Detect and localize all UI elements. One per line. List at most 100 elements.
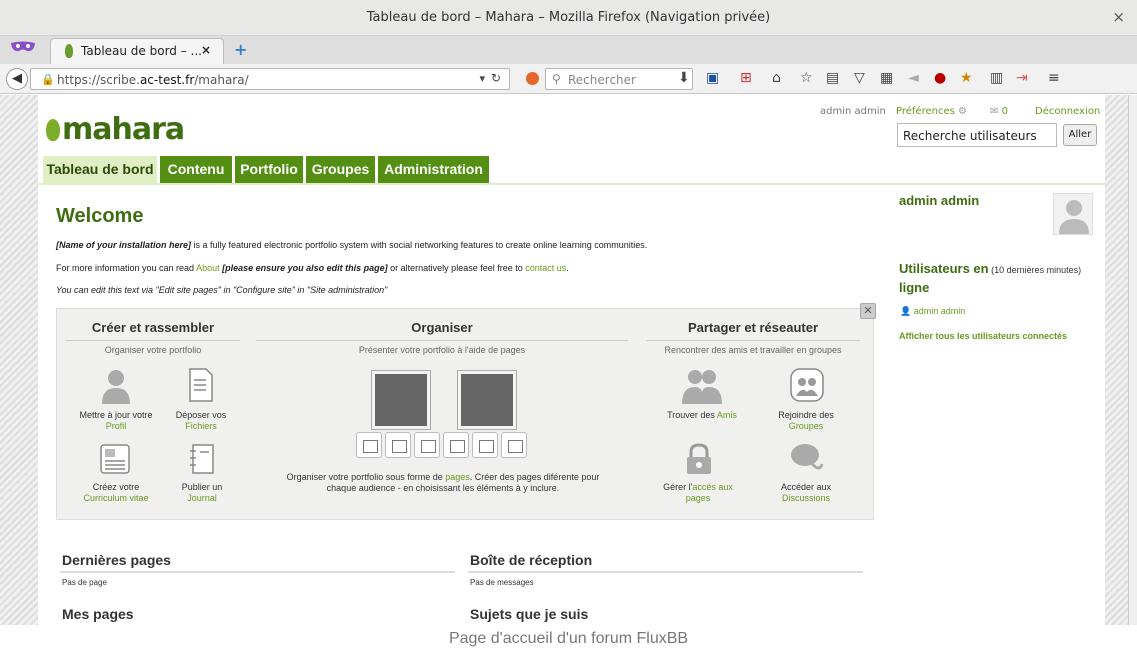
no-pages-text: Pas de page	[62, 578, 107, 587]
tab-groups[interactable]: Groupes	[306, 156, 375, 183]
col-share-subtitle: Rencontrer des amis et travailler en gro…	[646, 340, 860, 355]
update-profile-link[interactable]: Mettre à jour votre Profil	[72, 410, 160, 432]
page-grid-icon	[457, 370, 517, 430]
upload-files-icon	[189, 368, 213, 402]
find-friends-link[interactable]: Trouver des Amis	[656, 410, 748, 421]
url-text: https://scribe.ac-test.fr/mahara/	[57, 73, 249, 87]
extension-icon[interactable]: ⇥	[1016, 70, 1028, 86]
home-icon[interactable]: ⌂	[772, 70, 781, 86]
col-organise-subtitle: Présenter votre portfolio à l'aide de pa…	[256, 340, 628, 355]
tab-content[interactable]: Contenu	[160, 156, 232, 183]
mahara-logo[interactable]: mahara	[46, 112, 185, 147]
manage-access-link[interactable]: Gérer l'accès aux pages	[654, 482, 742, 504]
menu-icon[interactable]: ≡	[1048, 70, 1060, 86]
ublock-icon[interactable]: ●	[934, 70, 946, 86]
about-link[interactable]: About	[196, 263, 220, 273]
col-share-title: Partager et réseauter	[687, 320, 819, 335]
logout-link[interactable]: Déconnexion	[1035, 106, 1100, 117]
send-icon[interactable]: ◄	[908, 70, 919, 86]
block-profile-icon[interactable]	[501, 432, 527, 458]
tab-portfolio[interactable]: Portfolio	[235, 156, 303, 183]
save-icon[interactable]: ▣	[706, 70, 719, 86]
watched-topics-heading: Sujets que je suis	[470, 606, 589, 622]
block-media-icon[interactable]	[472, 432, 498, 458]
url-dropdown-icon[interactable]: ▾	[479, 72, 485, 85]
gear-icon: ⚙	[958, 106, 967, 117]
url-bar[interactable]: 🔒 https://scribe.ac-test.fr/mahara/ ▾ ↻	[30, 68, 510, 90]
discussions-icon	[791, 444, 824, 470]
block-list-icon[interactable]	[356, 432, 382, 458]
lock-icon: 🔒	[41, 73, 55, 86]
logo-drop-icon	[46, 119, 60, 141]
tab-close-icon[interactable]: ×	[201, 43, 211, 57]
no-messages-text: Pas de messages	[470, 578, 534, 587]
back-button[interactable]: ◀	[6, 68, 28, 90]
grid-icon[interactable]: ▦	[880, 70, 893, 86]
search-go-button[interactable]: Aller	[1063, 124, 1097, 146]
mail-icon: ✉	[990, 106, 999, 117]
window-title: Tableau de bord – Mahara – Mozilla Firef…	[366, 10, 771, 25]
col-organise-title: Organiser	[411, 320, 473, 335]
show-all-online-link[interactable]: Afficher tous les utilisateurs connectés	[899, 331, 1067, 341]
new-tab-button[interactable]: +	[234, 40, 247, 59]
inbox-link[interactable]: ✉ 0	[990, 106, 1008, 117]
divider	[468, 571, 863, 573]
header-user-link[interactable]: admin admin	[820, 106, 886, 117]
intro-paragraph-2: For more information you can read About …	[56, 263, 569, 273]
tab-dashboard[interactable]: Tableau de bord	[43, 156, 157, 183]
block-image-icon[interactable]	[385, 432, 411, 458]
pages-link[interactable]: pages	[445, 472, 470, 482]
bookmark-star-icon[interactable]: ☆	[800, 70, 813, 86]
upload-files-link[interactable]: Déposer vos Fichiers	[166, 410, 236, 432]
avatar[interactable]	[1053, 193, 1093, 235]
close-icon[interactable]: ✕	[860, 303, 876, 319]
block-folder-icon[interactable]	[414, 432, 440, 458]
mahara-favicon-icon	[65, 44, 73, 58]
scrollbar[interactable]	[1128, 95, 1137, 625]
search-input[interactable]: ⚲ Rechercher	[545, 68, 693, 90]
user-icon: 👤	[900, 306, 912, 316]
profile-icon	[102, 370, 130, 404]
my-pages-heading: Mes pages	[62, 606, 134, 622]
avatar-person-icon	[1059, 200, 1089, 234]
download-icon[interactable]: ⬇	[678, 70, 690, 86]
window-close-button[interactable]: ×	[1112, 8, 1125, 26]
block-text-icon[interactable]	[443, 432, 469, 458]
contact-link[interactable]: contact us	[525, 263, 566, 273]
col-create-title: Créer et rassembler	[91, 320, 215, 335]
user-search-input[interactable]: Recherche utilisateurs	[897, 123, 1057, 147]
reader-icon[interactable]: ▥	[990, 70, 1003, 86]
find-friends-icon	[682, 370, 722, 404]
addon-red-icon[interactable]: ⊞	[740, 70, 752, 86]
tab-administration[interactable]: Administration	[378, 156, 489, 183]
search-icon: ⚲	[552, 72, 561, 86]
groups-icon	[790, 368, 824, 402]
preferences-link[interactable]: Préférences ⚙	[896, 106, 967, 117]
pocket-icon[interactable]: ▽	[854, 70, 865, 86]
notification-icon[interactable]: ★	[960, 70, 973, 86]
online-user-item[interactable]: 👤 admin admin	[900, 306, 965, 317]
join-groups-link[interactable]: Rejoindre des Groupes	[766, 410, 846, 432]
divider	[60, 571, 455, 573]
sidebar-profile-name[interactable]: admin admin	[899, 193, 979, 208]
private-browsing-icon	[11, 41, 35, 52]
journal-icon	[190, 444, 214, 474]
col-create-subtitle: Organiser votre portfolio	[66, 340, 240, 355]
resume-link[interactable]: Créez votre Curriculum vitae	[70, 482, 162, 504]
page-access-lock-icon	[687, 443, 711, 474]
tab-title: Tableau de bord – ...	[81, 44, 202, 58]
journal-link[interactable]: Publier un Journal	[170, 482, 234, 504]
intro-paragraph-3: You can edit this text via "Edit site pa…	[56, 285, 388, 295]
browser-tab[interactable]: Tableau de bord – ... ×	[50, 38, 224, 64]
welcome-title: Welcome	[56, 205, 144, 227]
reload-icon[interactable]: ↻	[491, 71, 501, 85]
search-placeholder: Rechercher	[568, 73, 636, 87]
discussions-link[interactable]: Accéder aux Discussions	[768, 482, 844, 504]
bookmarks-list-icon[interactable]: ▤	[826, 70, 839, 86]
nav-underline	[38, 183, 1105, 185]
search-engine-icon[interactable]	[526, 72, 539, 85]
figure-caption: Page d'accueil d'un forum FluxBB	[448, 630, 689, 647]
latest-pages-heading: Dernières pages	[62, 552, 171, 568]
window-titlebar: Tableau de bord – Mahara – Mozilla Firef…	[0, 0, 1137, 36]
resume-icon	[100, 444, 130, 474]
